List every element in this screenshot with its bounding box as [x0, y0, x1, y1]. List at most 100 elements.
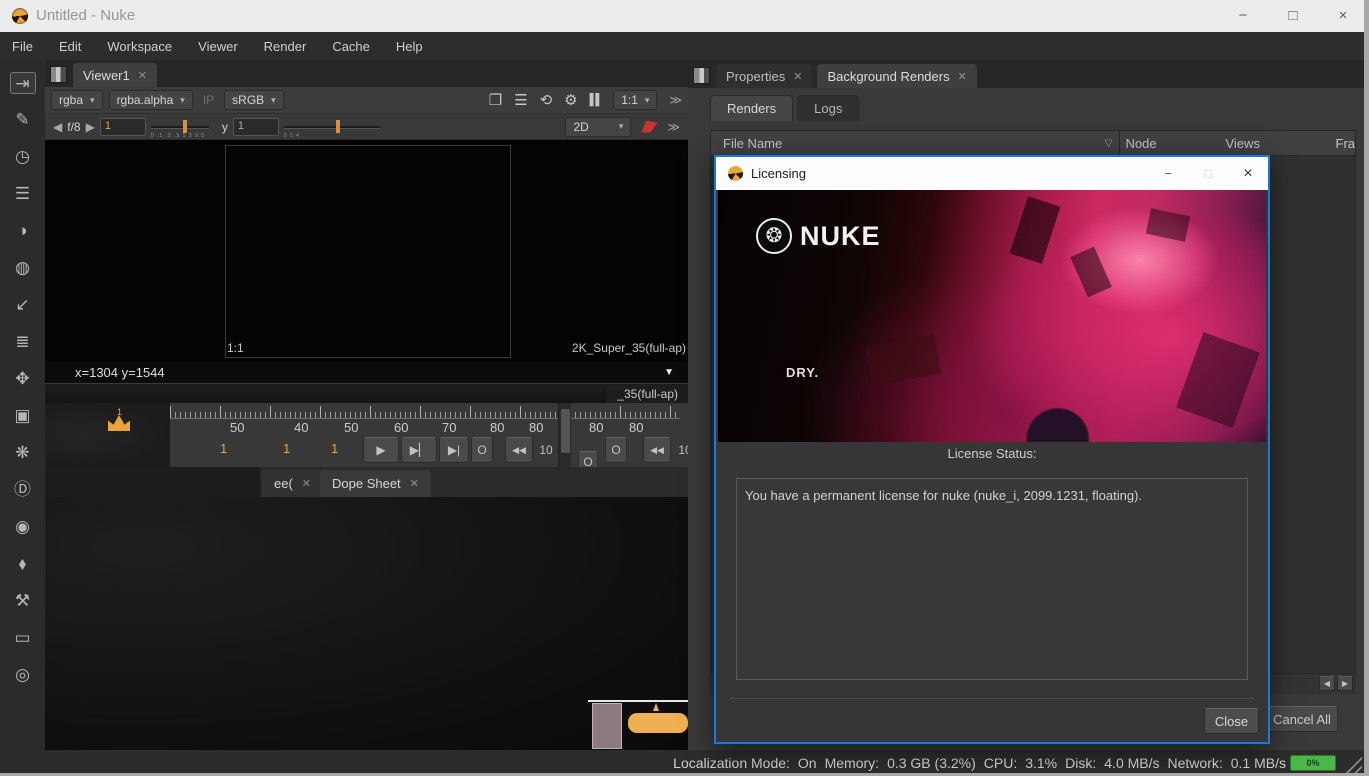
viewer-tab-label: Viewer1	[83, 68, 130, 83]
localization-status-badge[interactable]: 0%	[1290, 755, 1336, 771]
column-views[interactable]: Views	[1226, 136, 1336, 151]
channel-icon[interactable]: ☰	[10, 183, 36, 205]
menu-help[interactable]: Help	[396, 39, 423, 54]
deep-icon[interactable]: Ⓓ	[10, 479, 36, 501]
other-icon[interactable]: ▭	[10, 627, 36, 649]
filter-icon[interactable]: ◍	[10, 257, 36, 279]
playhead-marker-icon[interactable]	[108, 415, 130, 431]
view-mode-dropdown[interactable]: 2D ▾	[565, 117, 631, 137]
scrollbar-handle[interactable]	[561, 409, 570, 453]
column-frames[interactable]: Fra	[1336, 136, 1356, 151]
menu-edit[interactable]: Edit	[59, 39, 81, 54]
metadata-icon[interactable]: ⬧	[10, 553, 36, 575]
dialog-minimize-button[interactable]: −	[1148, 157, 1188, 190]
viewer-viewport[interactable]: 1:1 2K_Super_35(full-ap)	[45, 140, 688, 362]
tab-partial[interactable]: ee( ✕	[262, 470, 323, 497]
gain-next-icon[interactable]: ▶	[86, 120, 95, 134]
proxy-toggle-icon[interactable]: ❐	[489, 91, 502, 109]
sort-icon[interactable]: ▽	[1105, 138, 1113, 149]
menu-render[interactable]: Render	[264, 39, 307, 54]
chevron-down-icon: ▾	[619, 121, 624, 132]
close-tab-icon[interactable]: ✕	[410, 477, 419, 490]
expand-chevrons-icon[interactable]: ≫	[669, 93, 682, 107]
zero-button[interactable]: O	[605, 437, 627, 463]
subtab-renders[interactable]: Renders	[710, 95, 793, 121]
nuke-logo: ❂ NUKE	[756, 218, 881, 254]
selected-node[interactable]	[628, 713, 688, 733]
subtab-logs[interactable]: Logs	[797, 95, 859, 121]
pause-icon[interactable]: ▌▌	[590, 94, 602, 106]
keyer-icon[interactable]: ↙	[10, 294, 36, 316]
views-icon[interactable]: ◉	[10, 516, 36, 538]
column-node[interactable]: Node	[1126, 136, 1226, 151]
refresh-icon[interactable]: ⟲	[540, 91, 553, 109]
dialog-close-button[interactable]: Close	[1204, 708, 1259, 734]
tab-properties[interactable]: Properties ✕	[716, 64, 812, 88]
gamma-slider[interactable]: 0 1 4	[284, 120, 380, 134]
zoom-dropdown[interactable]: 1:1 ▾	[613, 90, 657, 110]
close-tab-icon[interactable]: ✕	[958, 70, 967, 83]
scroll-right-icon[interactable]: ▶	[1337, 676, 1353, 691]
nuke-app-icon	[12, 8, 28, 24]
particles-icon[interactable]: ❋	[10, 442, 36, 464]
slider-handle[interactable]	[336, 120, 340, 133]
layer-dropdown[interactable]: rgba.alpha ▾	[109, 90, 193, 110]
dialog-close-icon[interactable]: ×	[1228, 157, 1268, 190]
roi-brush-icon[interactable]	[641, 121, 657, 133]
scroll-left-icon[interactable]: ◀	[1319, 676, 1335, 691]
wipe-lines-icon[interactable]: ☰	[514, 91, 527, 109]
toolsets-icon[interactable]: ⚒	[10, 590, 36, 612]
timeline-scrollbar[interactable]	[558, 403, 571, 467]
colorspace-dropdown[interactable]: sRGB ▾	[224, 90, 284, 110]
title-bar[interactable]: Untitled - Nuke − □ ×	[0, 0, 1364, 32]
frame-ruler[interactable]	[170, 406, 680, 419]
panel-menu-icon[interactable]	[50, 66, 67, 83]
expand-chevrons-icon[interactable]: ≫	[667, 120, 680, 134]
play-button[interactable]: ▶	[363, 437, 399, 463]
settings-gear-icon[interactable]: ⚙	[564, 91, 577, 109]
zero-button[interactable]: O	[471, 437, 493, 463]
close-button[interactable]: ×	[1328, 5, 1358, 27]
channels-dropdown[interactable]: rgba ▾	[51, 90, 103, 110]
tab-background-renders[interactable]: Background Renders ✕	[817, 64, 976, 88]
close-tab-icon[interactable]: ✕	[793, 70, 802, 83]
node-rect[interactable]	[592, 703, 622, 749]
close-tab-icon[interactable]: ✕	[302, 477, 311, 490]
dialog-title-bar[interactable]: Licensing − □ ×	[716, 157, 1268, 190]
color-icon[interactable]: ◑	[10, 220, 36, 242]
time-icon[interactable]: ◷	[10, 146, 36, 168]
tab-dope-sheet[interactable]: Dope Sheet ✕	[320, 470, 431, 497]
close-tab-icon[interactable]: ✕	[138, 69, 147, 82]
menu-viewer[interactable]: Viewer	[198, 39, 238, 54]
cancel-all-button[interactable]: Cancel All	[1266, 706, 1338, 732]
skip-back-button[interactable]: ◀◀	[505, 437, 533, 463]
viewport-zoom-label: 1:1	[227, 341, 244, 355]
gain-input[interactable]: 1	[100, 118, 146, 136]
gain-prev-icon[interactable]: ◀	[53, 120, 62, 134]
maximize-button[interactable]: □	[1278, 5, 1308, 27]
furnace-icon[interactable]: ◎	[10, 664, 36, 686]
tab-viewer1[interactable]: Viewer1 ✕	[73, 63, 157, 87]
input-process-toggle[interactable]: IP	[199, 93, 218, 107]
go-to-end-button[interactable]: ▶|	[439, 437, 469, 463]
gamma-input[interactable]: 1	[233, 118, 279, 136]
dropdown-triangle-icon[interactable]: ▼	[664, 367, 674, 378]
column-file-name[interactable]: File Name	[723, 136, 782, 151]
merge-icon[interactable]: ≣	[10, 331, 36, 353]
image-node-icon[interactable]: ⇥	[10, 72, 36, 94]
dope-sheet-canvas[interactable]	[45, 497, 688, 750]
nuke-splash-image: ❂ NUKE DRY.	[718, 190, 1266, 442]
3d-icon[interactable]: ▣	[10, 405, 36, 427]
slider-handle[interactable]	[183, 120, 187, 133]
gain-slider[interactable]: 0 .1 .2 .5 1 2 9.5	[151, 120, 209, 134]
play-step-button[interactable]: ▶▏	[401, 437, 437, 463]
skip-back-button[interactable]: ◀◀	[643, 437, 671, 463]
menu-file[interactable]: File	[12, 39, 33, 54]
menu-cache[interactable]: Cache	[332, 39, 370, 54]
draw-icon[interactable]: ✎	[10, 109, 36, 131]
minimize-button[interactable]: −	[1228, 5, 1258, 27]
menu-workspace[interactable]: Workspace	[107, 39, 172, 54]
transform-icon[interactable]: ✥	[10, 368, 36, 390]
dope-sheet-tab-label: Dope Sheet	[332, 476, 401, 491]
panel-menu-icon[interactable]	[693, 67, 710, 84]
